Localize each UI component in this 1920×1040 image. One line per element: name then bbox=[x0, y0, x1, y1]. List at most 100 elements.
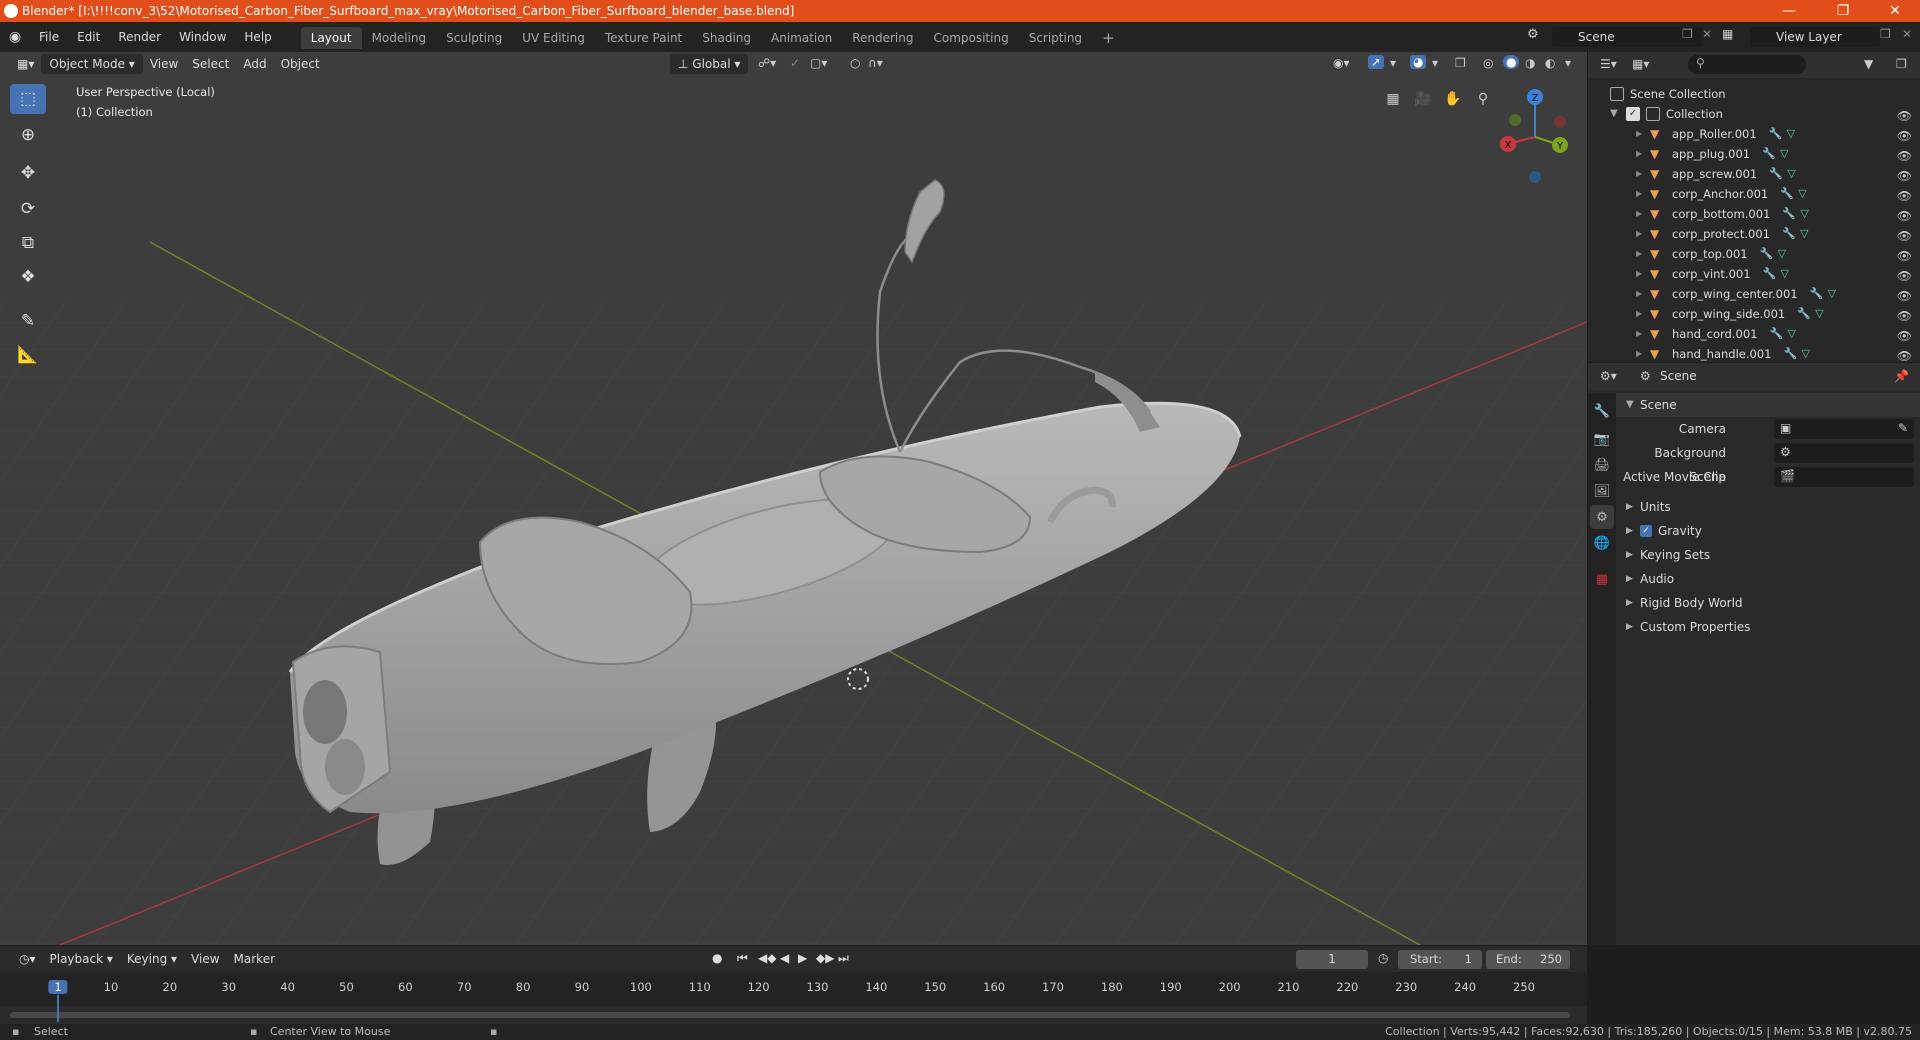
eye-icon[interactable]: 👁 bbox=[1897, 146, 1912, 166]
visibility-icon[interactable]: ◉▾ bbox=[1333, 56, 1350, 70]
falloff-icon[interactable]: ∩▾ bbox=[868, 56, 883, 70]
outliner-object-row[interactable]: ▶ ▼ app_screw.001 🔧 ▽ 👁 bbox=[1588, 164, 1920, 184]
xray-icon[interactable]: ❐ bbox=[1455, 56, 1466, 70]
camera-view-icon[interactable]: 🎥 bbox=[1410, 86, 1436, 112]
modifier-wrench-icon[interactable]: 🔧 bbox=[1762, 144, 1776, 164]
gizmo-dropdown-icon[interactable]: ▾ bbox=[1390, 56, 1396, 70]
panel-units[interactable]: ▶ Units bbox=[1616, 495, 1920, 519]
shading-wireframe-icon[interactable]: ◎ bbox=[1483, 56, 1493, 70]
scale-tool-icon[interactable]: ⧉ bbox=[10, 228, 46, 258]
outliner-object-row[interactable]: ▶ ▼ app_Roller.001 🔧 ▽ 👁 bbox=[1588, 124, 1920, 144]
pan-view-icon[interactable]: ✋ bbox=[1440, 86, 1466, 112]
jump-start-icon[interactable]: ⏮ bbox=[737, 951, 748, 966]
shading-dropdown-icon[interactable]: ▾ bbox=[1565, 56, 1571, 70]
toggle-grid-view-icon[interactable]: ▦ bbox=[1380, 86, 1406, 112]
mesh-data-icon[interactable]: ▽ bbox=[1787, 324, 1795, 344]
eye-icon[interactable]: 👁 bbox=[1897, 286, 1912, 306]
scene-field[interactable]: Scene bbox=[1552, 27, 1702, 47]
tab-layout[interactable]: Layout bbox=[300, 27, 362, 49]
panel-rigid-body-world[interactable]: ▶ Rigid Body World bbox=[1616, 591, 1920, 615]
eyedropper-icon[interactable]: ✎ bbox=[1898, 421, 1908, 435]
active-movie-clip-field[interactable]: 🎬 bbox=[1774, 467, 1914, 487]
blender-menu-icon[interactable]: ◉ bbox=[0, 29, 30, 45]
snap-icon[interactable]: ✓ bbox=[790, 56, 800, 70]
background-scene-field[interactable]: ⚙ bbox=[1774, 443, 1914, 463]
gizmo-neg-x-icon[interactable] bbox=[1554, 116, 1566, 128]
shading-material-icon[interactable]: ◑ bbox=[1525, 56, 1535, 70]
eye-icon[interactable]: 👁 bbox=[1897, 346, 1912, 362]
world-tab-icon[interactable]: 🌐 bbox=[1590, 531, 1614, 555]
expand-arrow-icon[interactable]: ▶ bbox=[1636, 224, 1642, 244]
current-frame-field[interactable]: 1 bbox=[1296, 950, 1368, 969]
minimize-icon[interactable]: — bbox=[1766, 0, 1812, 22]
output-tab-icon[interactable]: 🖨 bbox=[1590, 453, 1614, 477]
menu-timeline-view[interactable]: View bbox=[184, 947, 226, 971]
expand-arrow-icon[interactable]: ▶ bbox=[1636, 324, 1642, 344]
modifier-wrench-icon[interactable]: 🔧 bbox=[1810, 284, 1824, 304]
expand-arrow-icon[interactable]: ▶ bbox=[1636, 204, 1642, 224]
snap-target-icon[interactable]: ▢▾ bbox=[810, 56, 827, 70]
jump-end-icon[interactable]: ⏭ bbox=[838, 951, 849, 966]
mesh-data-icon[interactable]: ▽ bbox=[1800, 204, 1808, 224]
overlays-icon[interactable]: ◕ bbox=[1410, 55, 1427, 69]
tab-shading[interactable]: Shading bbox=[692, 27, 761, 49]
gravity-checkbox[interactable]: ✓ bbox=[1640, 525, 1652, 537]
menu-render[interactable]: Render bbox=[109, 22, 170, 52]
tab-rendering[interactable]: Rendering bbox=[842, 27, 923, 49]
view-layer-remove-icon[interactable]: ✕ bbox=[1902, 27, 1912, 41]
prev-keyframe-icon[interactable]: ◀◆ bbox=[758, 951, 776, 965]
next-keyframe-icon[interactable]: ◆▶ bbox=[816, 951, 834, 965]
tab-texture-paint[interactable]: Texture Paint bbox=[595, 27, 692, 49]
menu-help[interactable]: Help bbox=[235, 22, 280, 52]
tab-sculpting[interactable]: Sculpting bbox=[436, 27, 512, 49]
collapse-arrow-icon[interactable]: ▼ bbox=[1610, 104, 1618, 124]
mesh-data-icon[interactable]: ▽ bbox=[1798, 184, 1806, 204]
mesh-data-icon[interactable]: ▽ bbox=[1828, 284, 1836, 304]
outliner-object-row[interactable]: ▶ ▼ corp_bottom.001 🔧 ▽ 👁 bbox=[1588, 204, 1920, 224]
viewport-scene[interactable] bbox=[0, 52, 1587, 945]
modifier-wrench-icon[interactable]: 🔧 bbox=[1782, 204, 1796, 224]
eye-icon[interactable]: 👁 bbox=[1897, 266, 1912, 286]
scene-new-icon[interactable]: ❐ bbox=[1682, 27, 1693, 41]
outliner-scene-collection[interactable]: Scene Collection bbox=[1588, 84, 1920, 104]
tab-compositing[interactable]: Compositing bbox=[923, 27, 1018, 49]
panel-gravity[interactable]: ▶ ✓ Gravity bbox=[1616, 519, 1920, 543]
outliner-collection[interactable]: ▼ ✓ Collection 👁 bbox=[1588, 104, 1920, 124]
outliner-object-row[interactable]: ▶ ▼ corp_wing_side.001 🔧 ▽ 👁 bbox=[1588, 304, 1920, 324]
view-layer-field[interactable]: View Layer bbox=[1750, 27, 1880, 47]
expand-arrow-icon[interactable]: ▶ bbox=[1636, 164, 1642, 184]
modifier-wrench-icon[interactable]: 🔧 bbox=[1760, 244, 1774, 264]
gizmo-neg-y-icon[interactable] bbox=[1509, 114, 1521, 126]
overlays-dropdown-icon[interactable]: ▾ bbox=[1432, 56, 1438, 70]
expand-arrow-icon[interactable]: ▶ bbox=[1636, 344, 1642, 362]
expand-arrow-icon[interactable]: ▶ bbox=[1636, 304, 1642, 324]
camera-field[interactable]: ▣ ✎ bbox=[1774, 419, 1914, 439]
shading-solid-icon[interactable]: ● bbox=[1503, 55, 1520, 69]
outliner-object-row[interactable]: ▶ ▼ corp_protect.001 🔧 ▽ 👁 bbox=[1588, 224, 1920, 244]
eye-icon[interactable]: 👁 bbox=[1897, 246, 1912, 266]
mesh-data-icon[interactable]: ▽ bbox=[1780, 144, 1788, 164]
mesh-data-icon[interactable]: ▽ bbox=[1787, 164, 1795, 184]
modifier-wrench-icon[interactable]: 🔧 bbox=[1782, 224, 1796, 244]
timeline-scrollbar[interactable] bbox=[10, 1012, 1570, 1018]
modifier-wrench-icon[interactable]: 🔧 bbox=[1780, 184, 1794, 204]
3d-viewport[interactable]: ▦▾ Object Mode ▾ View Select Add Object … bbox=[0, 52, 1587, 945]
transform-orientation-dropdown[interactable]: ⊥ Global ▾ bbox=[670, 54, 749, 74]
outliner-object-row[interactable]: ▶ ▼ corp_top.001 🔧 ▽ 👁 bbox=[1588, 244, 1920, 264]
eye-icon[interactable]: 👁 bbox=[1897, 226, 1912, 246]
scene-panel-header[interactable]: ▼ Scene bbox=[1616, 393, 1920, 417]
tool-tab-icon[interactable]: 🔧 bbox=[1590, 399, 1614, 423]
shading-rendered-icon[interactable]: ◐ bbox=[1545, 56, 1555, 70]
checkbox-icon[interactable]: ✓ bbox=[1626, 107, 1640, 121]
expand-arrow-icon[interactable]: ▶ bbox=[1636, 284, 1642, 304]
eye-icon[interactable]: 👁 bbox=[1897, 306, 1912, 326]
mesh-data-icon[interactable]: ▽ bbox=[1800, 224, 1808, 244]
panel-audio[interactable]: ▶ Audio bbox=[1616, 567, 1920, 591]
render-tab-icon[interactable]: 📷 bbox=[1590, 427, 1614, 451]
display-mode-icon[interactable]: ▦▾ bbox=[1632, 57, 1649, 71]
outliner-object-row[interactable]: ▶ ▼ hand_handle.001 🔧 ▽ 👁 bbox=[1588, 344, 1920, 362]
playhead[interactable] bbox=[57, 995, 59, 1022]
expand-arrow-icon[interactable]: ▶ bbox=[1636, 124, 1642, 144]
proportional-edit-icon[interactable]: ○ bbox=[850, 56, 860, 70]
panel-custom-properties[interactable]: ▶ Custom Properties bbox=[1616, 615, 1920, 639]
